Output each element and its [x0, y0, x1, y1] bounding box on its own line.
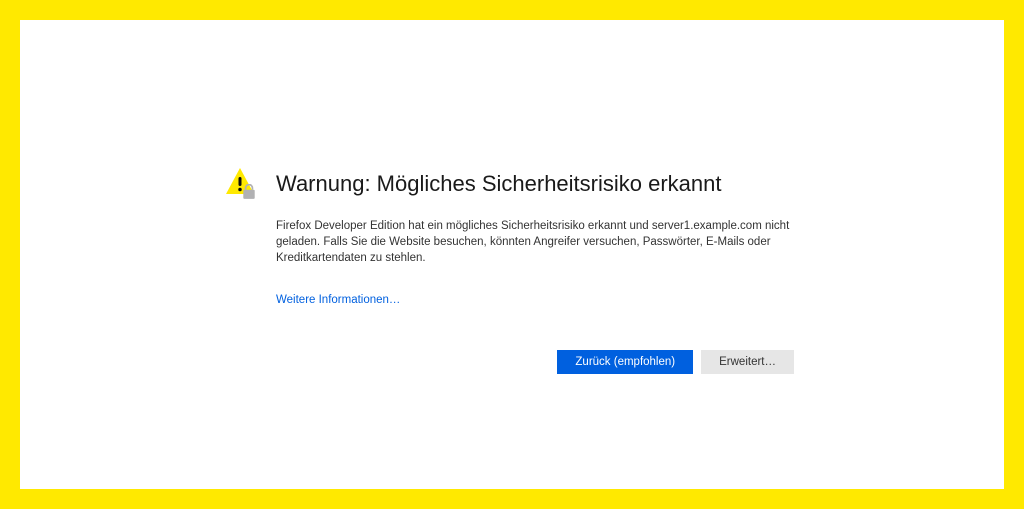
go-back-button[interactable]: Zurück (empfohlen): [557, 350, 693, 374]
warning-icon-group: [224, 168, 260, 204]
warning-body-text: Firefox Developer Edition hat ein möglic…: [276, 218, 794, 266]
error-page: Warnung: Mögliches Sicherheitsrisiko erk…: [20, 20, 1004, 489]
more-info-link[interactable]: Weitere Informationen…: [276, 294, 400, 306]
header-row: Warnung: Mögliches Sicherheitsrisiko erk…: [224, 168, 794, 204]
advanced-button[interactable]: Erweitert…: [701, 350, 794, 374]
warning-title: Warnung: Mögliches Sicherheitsrisiko erk…: [276, 170, 722, 199]
button-row: Zurück (empfohlen) Erweitert…: [224, 350, 794, 374]
lock-icon: [242, 184, 256, 200]
warning-content: Warnung: Mögliches Sicherheitsrisiko erk…: [224, 168, 794, 374]
